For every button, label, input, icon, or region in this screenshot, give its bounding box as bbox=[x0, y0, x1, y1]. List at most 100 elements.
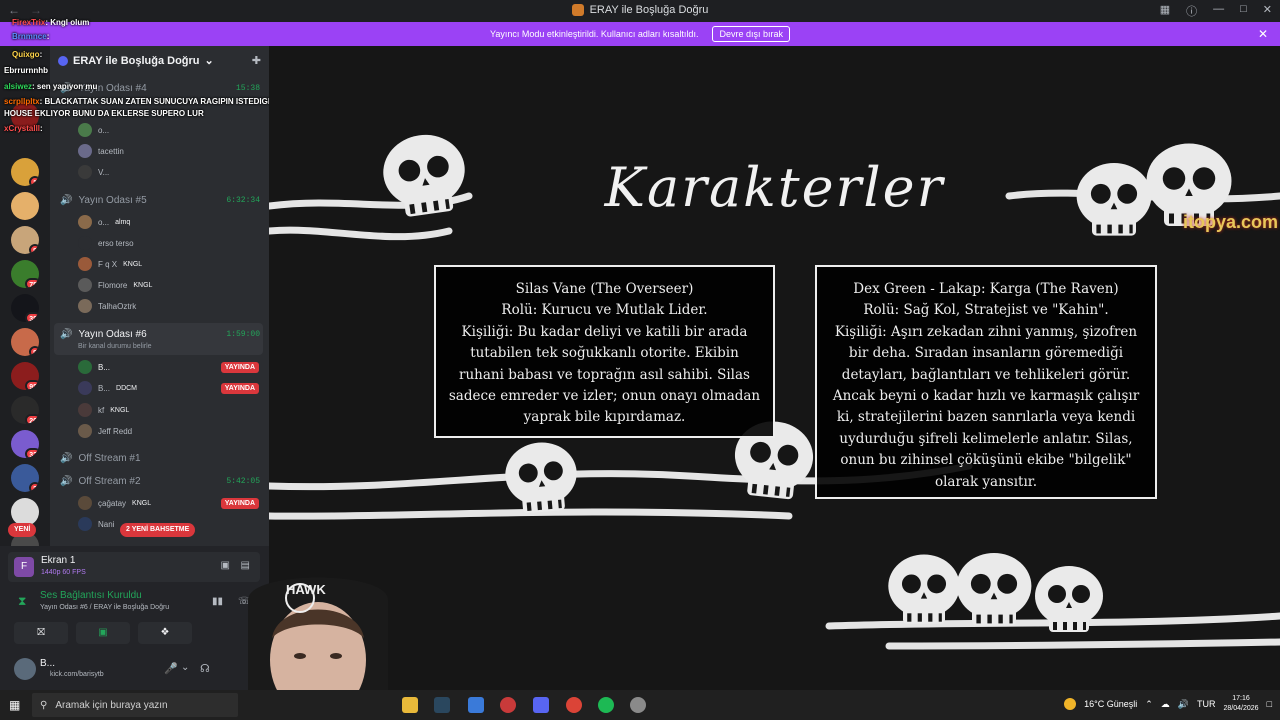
chevron-down-icon[interactable]: ⌄ bbox=[181, 662, 189, 673]
voice-user[interactable]: tacettin bbox=[78, 143, 124, 159]
steam-icon[interactable] bbox=[434, 697, 450, 713]
chevron-up-icon[interactable]: ⌃ bbox=[1145, 699, 1153, 710]
signal-icon: ⧗ bbox=[18, 594, 27, 608]
voice-user[interactable]: Jeff Redd bbox=[78, 423, 132, 439]
app-icon[interactable] bbox=[500, 697, 516, 713]
file-explorer-icon[interactable] bbox=[402, 697, 418, 713]
language-indicator[interactable]: TUR bbox=[1197, 699, 1216, 709]
stream-settings-icon[interactable]: ▤ bbox=[241, 560, 250, 571]
microphone-icon[interactable]: 🎤 bbox=[164, 662, 178, 675]
voice-user[interactable]: kf KNGL bbox=[78, 402, 129, 418]
chat-line: Ebrrurnnhb bbox=[4, 66, 48, 75]
server-icon[interactable]: 8 bbox=[11, 328, 39, 356]
character-card: Silas Vane (The Overseer) Rolü: Kurucu v… bbox=[434, 265, 775, 438]
voice-user[interactable]: B... bbox=[78, 359, 110, 375]
voice-user[interactable]: çağatay KNGL bbox=[78, 495, 151, 511]
help-icon[interactable]: ⓘ bbox=[1186, 3, 1197, 19]
app-icon[interactable] bbox=[630, 697, 646, 713]
maximize-icon[interactable]: □ bbox=[1240, 3, 1247, 19]
avatar bbox=[78, 144, 92, 158]
system-tray: 16°C Güneşli ⌃ ☁ 🔊 TUR 17:16 28/04/2026 … bbox=[1064, 694, 1272, 714]
disable-streamer-mode-button[interactable]: Devre dışı bırak bbox=[712, 26, 790, 42]
avatar bbox=[78, 360, 92, 374]
clock[interactable]: 17:16 28/04/2026 bbox=[1224, 694, 1259, 714]
title-bar: ← → ERAY ile Boşluğa Doğru ▦ ⓘ — □ ✕ bbox=[0, 0, 1280, 22]
guild-header[interactable]: ERAY ile Boşluğa Doğru ⌄ bbox=[58, 54, 214, 67]
close-icon[interactable]: ✕ bbox=[1263, 3, 1272, 19]
voice-user[interactable]: B... DDCM bbox=[78, 380, 137, 396]
server-icon[interactable]: 2 bbox=[11, 464, 39, 492]
volume-icon[interactable]: 🔊 bbox=[1178, 699, 1189, 710]
server-icon[interactable] bbox=[11, 498, 39, 526]
notification-icon[interactable]: □ bbox=[1267, 699, 1272, 709]
voice-channel[interactable]: 🔊 Yayın Odası #5 6:32:34 bbox=[60, 191, 260, 209]
voice-user[interactable]: erso terso bbox=[78, 235, 134, 251]
voice-status[interactable]: Ses Bağlantısı Kuruldu bbox=[40, 590, 142, 601]
voice-user[interactable]: o... almq bbox=[78, 214, 130, 230]
soundwave-icon[interactable]: ▮▮ bbox=[212, 596, 223, 607]
server-icon[interactable]: 8 bbox=[11, 226, 39, 254]
stop-stream-icon[interactable]: ▣ bbox=[221, 560, 230, 571]
server-icon[interactable]: 32 bbox=[11, 430, 39, 458]
minimize-icon[interactable]: — bbox=[1213, 3, 1224, 19]
server-icon[interactable] bbox=[11, 192, 39, 220]
discord-icon[interactable] bbox=[533, 697, 549, 713]
voice-user[interactable]: Flomore KNGL bbox=[78, 277, 152, 293]
skull-icon bbox=[502, 439, 580, 515]
chrome-icon[interactable] bbox=[566, 697, 582, 713]
inbox-icon[interactable]: ▦ bbox=[1160, 3, 1170, 19]
avatar bbox=[78, 517, 92, 531]
spotify-icon[interactable] bbox=[598, 697, 614, 713]
custom-status: kick.com/barisytb bbox=[50, 671, 104, 678]
camera-off-button[interactable]: ⛝ bbox=[14, 622, 68, 644]
speaker-icon: 🔊 bbox=[60, 452, 73, 464]
chat-line: HOUSE EKLIYOR BUNU DA EKLERSE SUPERO LUR bbox=[4, 109, 204, 118]
screen-share-card[interactable]: F Ekran 1 1440p 60 FPS ▣ ▤ bbox=[8, 552, 260, 582]
close-icon[interactable]: ✕ bbox=[1258, 27, 1268, 41]
windows-start-icon[interactable]: ▦ bbox=[9, 698, 20, 712]
chat-line: Quixgo: bbox=[12, 50, 43, 59]
avatar bbox=[78, 278, 92, 292]
server-icon bbox=[571, 4, 584, 16]
voice-user[interactable]: Nani bbox=[78, 516, 114, 532]
chat-line: alsiwez: sen yapıyon mu bbox=[4, 82, 98, 91]
character-card: Dex Green - Lakap: Karga (The Raven) Rol… bbox=[815, 265, 1157, 499]
avatar bbox=[78, 215, 92, 229]
add-member-icon[interactable]: ✚ bbox=[252, 54, 261, 67]
avatar[interactable] bbox=[14, 658, 36, 680]
avatar bbox=[78, 403, 92, 417]
voice-channel[interactable]: 🔊 Yayın Odası #6 1:59:00 bbox=[60, 325, 260, 343]
avatar bbox=[78, 424, 92, 438]
screen-share-button[interactable]: ▣ bbox=[76, 622, 130, 644]
weather-text[interactable]: 16°C Güneşli bbox=[1084, 699, 1137, 709]
taskbar-search[interactable]: ⚲ Aramak için buraya yazın bbox=[32, 693, 238, 717]
voice-user[interactable]: o... bbox=[78, 122, 109, 138]
activities-icon: ❖ bbox=[160, 627, 170, 638]
chat-line: Brnmnce: bbox=[12, 32, 50, 41]
app-icon[interactable] bbox=[468, 697, 484, 713]
stream-view[interactable]: Karakterler itopya.com Silas Vane (The O… bbox=[269, 46, 1280, 690]
headphones-icon[interactable]: ☊ bbox=[200, 662, 210, 675]
voice-channel[interactable]: 🔊 Off Stream #1 bbox=[60, 449, 260, 467]
channel-sidebar: ERAY ile Boşluğa Doğru ⌄ ✚ 🔊 Yayın Odası… bbox=[50, 46, 269, 546]
screen-share-icon: F bbox=[14, 557, 34, 577]
activities-button[interactable]: ❖ bbox=[138, 622, 192, 644]
server-icon[interactable]: 75 bbox=[11, 260, 39, 288]
server-icon[interactable]: 1 bbox=[11, 158, 39, 186]
channel-status[interactable]: Bir kanal durumu belirle bbox=[78, 343, 152, 350]
voice-channel-path[interactable]: Yayın Odası #6 / ERAY ile Boşluğa Doğru bbox=[40, 604, 169, 611]
server-icon[interactable]: 38 bbox=[11, 294, 39, 322]
voice-user[interactable]: TalhaOztrk bbox=[78, 298, 136, 314]
new-unread-pill[interactable]: YENİ bbox=[8, 523, 37, 537]
voice-user[interactable]: V... bbox=[78, 164, 109, 180]
voice-user[interactable]: F q X KNGL bbox=[78, 256, 142, 272]
chat-line: xCrystalll: bbox=[4, 124, 43, 133]
server-icon[interactable]: 98 bbox=[11, 362, 39, 390]
avatar bbox=[78, 257, 92, 271]
network-icon[interactable]: ☁ bbox=[1161, 699, 1170, 710]
new-mentions-pill[interactable]: 2 YENİ BAHSETME bbox=[120, 523, 196, 537]
screen-quality: 1440p 60 FPS bbox=[41, 569, 86, 576]
server-icon[interactable]: 26 bbox=[11, 396, 39, 424]
slide-heading: Karakterler bbox=[604, 156, 945, 219]
voice-channel[interactable]: 🔊 Off Stream #2 5:42:05 bbox=[60, 472, 260, 490]
